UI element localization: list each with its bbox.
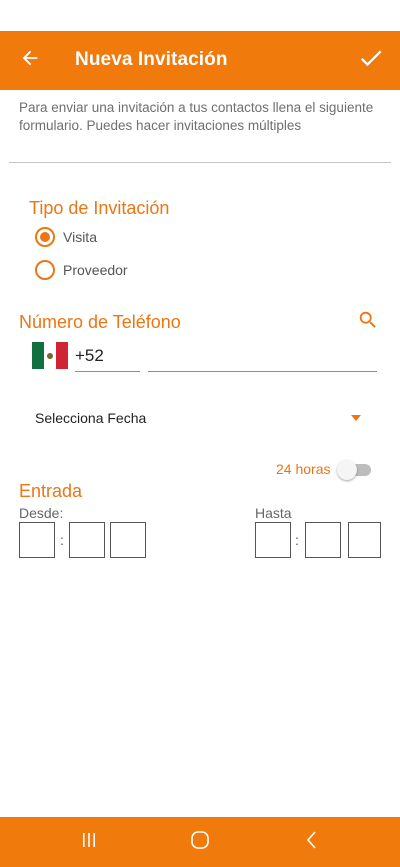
page-title: Nueva Invitación	[75, 49, 228, 70]
status-bar	[0, 0, 400, 31]
to-ampm-input[interactable]	[348, 522, 381, 558]
radio-label-proveedor: Proveedor	[63, 262, 128, 278]
radio-label-visita: Visita	[63, 229, 97, 245]
date-select-dropdown[interactable]: Selecciona Fecha	[35, 405, 365, 431]
search-icon	[357, 309, 379, 336]
nav-back-icon	[300, 828, 324, 857]
intro-text: Para enviar una invitación a tus contact…	[19, 100, 374, 133]
confirm-button[interactable]	[353, 42, 389, 78]
all-day-toggle[interactable]	[337, 460, 371, 480]
from-minute-input[interactable]	[69, 522, 105, 558]
app-bar: Nueva Invitación	[0, 31, 400, 90]
desde-label: Desde:	[19, 505, 64, 521]
home-button[interactable]	[187, 829, 213, 855]
from-ampm-input[interactable]	[110, 522, 146, 558]
nueva-invitacion-screen: Nueva Invitación Para enviar una invitac…	[0, 0, 400, 867]
radio-unselected-icon	[35, 260, 55, 280]
system-nav-bar	[0, 817, 400, 867]
date-select-label: Selecciona Fecha	[35, 410, 147, 426]
check-icon	[357, 44, 385, 77]
dropdown-arrow-icon	[351, 415, 361, 421]
back-button[interactable]	[12, 42, 48, 78]
time-separator: :	[295, 532, 299, 548]
invitation-type-title: Tipo de Invitación	[29, 198, 170, 218]
nav-back-button[interactable]	[299, 829, 325, 855]
arrow-left-icon	[19, 47, 41, 74]
radio-proveedor[interactable]: Proveedor	[35, 259, 128, 281]
divider	[9, 162, 391, 163]
search-contact-button[interactable]	[354, 308, 382, 336]
hasta-label: Hasta	[255, 505, 292, 521]
to-minute-input[interactable]	[305, 522, 341, 558]
country-code-field[interactable]: +52	[75, 344, 140, 372]
time-separator: :	[60, 532, 64, 548]
phone-number-title: Número de Teléfono	[19, 312, 181, 332]
phone-number-input[interactable]	[148, 344, 377, 372]
entrada-title: Entrada	[19, 481, 83, 501]
radio-selected-icon	[35, 227, 55, 247]
to-hour-input[interactable]	[255, 522, 291, 558]
from-hour-input[interactable]	[19, 522, 55, 558]
mexico-flag-icon[interactable]	[32, 342, 68, 369]
home-icon	[188, 828, 212, 857]
radio-visita[interactable]: Visita	[35, 226, 97, 248]
recents-icon	[77, 828, 101, 857]
recents-button[interactable]	[76, 829, 102, 855]
all-day-toggle-label: 24 horas	[276, 461, 331, 477]
